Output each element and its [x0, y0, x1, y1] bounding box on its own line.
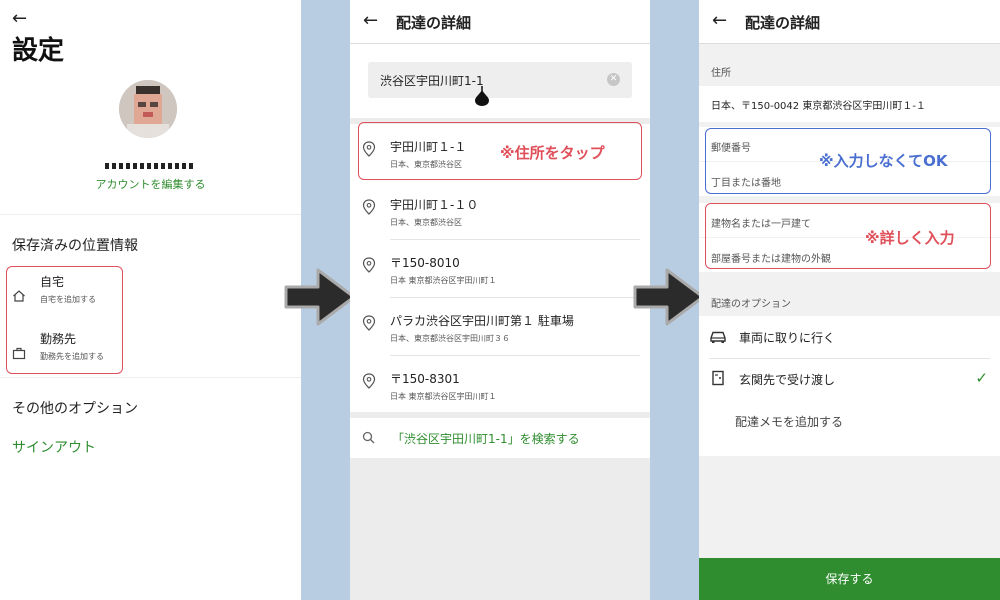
- result-sub: 日本、東京都渋谷区: [390, 218, 462, 227]
- delivery-search-panel: ← 配達の詳細 渋谷区宇田川町1-1 ✕ 宇田川町１-１ 日本、東京都渋谷区 ※…: [350, 0, 650, 600]
- address-row[interactable]: 日本、〒150-0042 東京都渋谷区宇田川町１-１: [699, 86, 1000, 122]
- result-sub: 日本 東京都渋谷区宇田川町１: [390, 276, 497, 285]
- settings-panel: ← 設定 アカウントを編集する 保存済みの位置情報 自宅 自宅を追加する 勤務先…: [0, 0, 301, 600]
- edit-account-link[interactable]: アカウントを編集する: [0, 176, 301, 192]
- arrow-right-icon: [280, 262, 360, 332]
- header-title: 配達の詳細: [396, 14, 472, 32]
- page-title: 設定: [12, 36, 65, 66]
- result-sub: 日本 東京都渋谷区宇田川町１: [390, 392, 497, 401]
- result-item[interactable]: 〒150-8301 日本 東京都渋谷区宇田川町１: [350, 356, 650, 414]
- location-pin-icon: [362, 315, 376, 331]
- option-leave-at-door[interactable]: 玄関先で受け渡し ✓: [699, 358, 1000, 400]
- header: ← 配達の詳細: [350, 0, 650, 44]
- annotation-detail: ※詳しく入力: [865, 229, 955, 247]
- save-button[interactable]: 保存する: [699, 558, 1000, 600]
- result-title: 宇田川町１-１０: [390, 198, 479, 212]
- location-pin-icon: [362, 373, 376, 389]
- search-link-text: 「渋谷区宇田川町1-1」を検索する: [392, 432, 580, 446]
- username-redacted: [105, 155, 197, 169]
- clear-icon[interactable]: ✕: [607, 73, 620, 86]
- result-title: 〒150-8301: [390, 372, 460, 386]
- back-arrow-icon[interactable]: ←: [712, 12, 727, 30]
- saved-locations-heading: 保存済みの位置情報: [12, 238, 138, 254]
- annotation-tap-address: ※住所をタップ: [500, 144, 605, 162]
- delivery-options: 車両に取りに行く 玄関先で受け渡し ✓ 配達メモを追加する: [699, 316, 1000, 456]
- touch-cursor-icon: [475, 86, 489, 106]
- result-title: 〒150-8010: [390, 256, 460, 270]
- delivery-options-label: 配達のオプション: [711, 299, 791, 310]
- back-arrow-icon[interactable]: ←: [12, 10, 27, 28]
- search-icon: [362, 431, 375, 444]
- location-pin-icon: [362, 257, 376, 273]
- result-title: パラカ渋谷区宇田川町第１ 駐車場: [390, 314, 574, 328]
- delivery-details-panel: ← 配達の詳細 住所 日本、〒150-0042 東京都渋谷区宇田川町１-１ 郵便…: [699, 0, 1000, 600]
- divider: [0, 377, 301, 378]
- search-input-value: 渋谷区宇田川町1-1: [380, 74, 484, 88]
- address-value: 日本、〒150-0042 東京都渋谷区宇田川町１-１: [711, 101, 926, 112]
- header-title: 配達の詳細: [745, 14, 821, 32]
- sign-out-link[interactable]: サインアウト: [12, 437, 96, 457]
- door-icon: [712, 370, 724, 386]
- option-label: 玄関先で受け渡し: [739, 373, 836, 387]
- other-options-heading: その他のオプション: [12, 401, 138, 417]
- result-item[interactable]: 宇田川町１-１０ 日本、東京都渋谷区: [350, 182, 650, 240]
- header: ← 配達の詳細: [699, 0, 1000, 44]
- result-sub: 日本、東京都渋谷区宇田川町３６: [390, 334, 510, 343]
- arrow-right-icon: [629, 262, 709, 332]
- result-item[interactable]: パラカ渋谷区宇田川町第１ 駐車場 日本、東京都渋谷区宇田川町３６: [350, 298, 650, 356]
- checkmark-icon: ✓: [975, 369, 988, 387]
- search-address-link[interactable]: 「渋谷区宇田川町1-1」を検索する: [350, 418, 650, 458]
- address-label: 住所: [711, 68, 731, 79]
- car-icon: [710, 331, 726, 343]
- location-pin-icon: [362, 199, 376, 215]
- option-label: 車両に取りに行く: [739, 331, 836, 345]
- avatar[interactable]: [119, 80, 177, 138]
- empty-area: [350, 458, 650, 600]
- search-area: 渋谷区宇田川町1-1 ✕: [350, 44, 650, 118]
- annotation-optional: ※入力しなくてOK: [819, 152, 948, 170]
- divider: [0, 214, 301, 215]
- add-delivery-memo[interactable]: 配達メモを追加する: [735, 413, 843, 430]
- result-item[interactable]: 〒150-8010 日本 東京都渋谷区宇田川町１: [350, 240, 650, 298]
- back-arrow-icon[interactable]: ←: [363, 12, 378, 30]
- search-input[interactable]: 渋谷区宇田川町1-1 ✕: [368, 62, 632, 98]
- highlight-box: [6, 266, 123, 374]
- option-pickup-at-car[interactable]: 車両に取りに行く: [699, 316, 1000, 359]
